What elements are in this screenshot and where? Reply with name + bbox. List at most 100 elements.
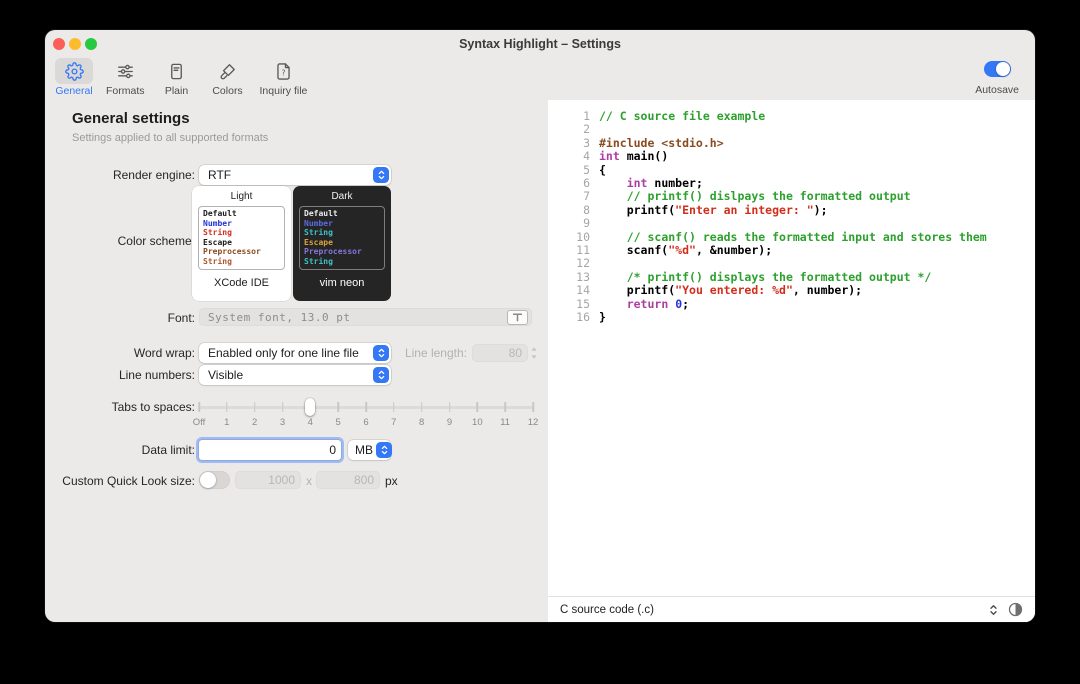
render-engine-value: RTF bbox=[208, 168, 232, 182]
line-number: 14 bbox=[576, 283, 590, 298]
window-title: Syntax Highlight – Settings bbox=[459, 37, 621, 51]
settings-panel: General settings Settings applied to all… bbox=[45, 100, 548, 622]
sliders-icon bbox=[106, 58, 144, 84]
scheme-token-line: String bbox=[304, 256, 333, 266]
toolbar-item-plain[interactable]: Plain bbox=[158, 58, 196, 97]
slider-tick bbox=[448, 402, 451, 412]
scheme-token-line: Escape bbox=[203, 237, 232, 247]
page-title: General settings bbox=[72, 110, 190, 127]
toolbar-items: General Formats Plain Colors ? Inquiry file bbox=[55, 58, 307, 97]
line-length-label: Line length: bbox=[404, 346, 467, 360]
slider-tick bbox=[198, 402, 200, 412]
line-length-input[interactable] bbox=[472, 344, 528, 362]
color-scheme-dark-card[interactable]: Dark Default Number String Escape Preprocess… bbox=[293, 186, 391, 301]
quick-look-separator: x bbox=[306, 474, 312, 488]
toolbar-item-colors[interactable]: Colors bbox=[209, 58, 247, 97]
quick-look-width-field bbox=[235, 471, 301, 489]
code-line: 10 // scanf() reads the formatted input … bbox=[548, 229, 1035, 244]
code-line: 4 int main() bbox=[548, 149, 1035, 164]
slider-tick-label: 1 bbox=[224, 417, 230, 428]
slider-tick bbox=[532, 402, 534, 412]
toolbar-item-label: Inquiry file bbox=[259, 85, 308, 97]
statusbar-actions bbox=[988, 602, 1023, 618]
slider-tick-label: 6 bbox=[363, 417, 369, 428]
code-line: 8 printf("Enter an integer: "); bbox=[548, 202, 1035, 217]
tabs-to-spaces-slider[interactable]: Off 1 2 3 4 5 6 7 8 9 10 11 12 bbox=[193, 398, 538, 428]
scheme-light-name: XCode IDE bbox=[213, 277, 270, 289]
line-number: 12 bbox=[576, 256, 590, 271]
data-limit-unit-select[interactable]: MB bbox=[348, 440, 392, 460]
scheme-dark-preview: Default Number String Escape Preprocessor Str… bbox=[299, 206, 385, 270]
render-engine-select[interactable]: RTF bbox=[199, 165, 391, 185]
preview-panel: 1 // C source file example 2 3 #include <std… bbox=[548, 100, 1035, 622]
code-line: 7 // printf() dislpays the formatted out… bbox=[548, 190, 1035, 204]
slider-handle[interactable] bbox=[305, 398, 316, 416]
line-length-stepper[interactable] bbox=[530, 345, 538, 361]
quick-look-height-input[interactable] bbox=[316, 471, 380, 489]
scheme-token-line: String bbox=[203, 256, 232, 266]
line-length-field bbox=[472, 344, 528, 362]
slider-tick-label: 2 bbox=[252, 417, 258, 428]
code-line: 5{ bbox=[548, 163, 1035, 177]
contrast-toggle-icon[interactable] bbox=[1008, 602, 1023, 617]
slider-tick-label: 11 bbox=[500, 417, 511, 428]
code-preview: 1 // C source file example 2 3 #include <std… bbox=[548, 100, 1035, 596]
code-line: 3 #include <stdio.h> bbox=[548, 136, 1035, 150]
slider-tick-label: 8 bbox=[419, 417, 425, 428]
autosave-label: Autosave bbox=[975, 84, 1019, 96]
code-text: return 0; bbox=[626, 296, 690, 311]
chevron-up-down-icon bbox=[373, 167, 389, 183]
code-text: scanf("%d", &number); bbox=[599, 243, 773, 258]
code-text: int number; bbox=[626, 176, 703, 191]
slider-tick-label: Off bbox=[192, 417, 206, 428]
data-limit-input[interactable] bbox=[199, 440, 341, 460]
autosave-control: Autosave bbox=[975, 61, 1019, 96]
slider-tick bbox=[393, 402, 395, 412]
scheme-token-line: Default bbox=[304, 209, 338, 218]
slider-tick-label: 4 bbox=[307, 417, 313, 428]
tabs-to-spaces-label: Tabs to spaces: bbox=[111, 400, 195, 414]
slider-tick bbox=[420, 402, 423, 412]
data-limit-unit: MB bbox=[355, 443, 373, 457]
toolbar-item-inquiry-file[interactable]: ? Inquiry file bbox=[259, 58, 308, 97]
code-text: // scanf() reads the formatted input and… bbox=[626, 229, 987, 244]
scheme-token-line: Escape bbox=[304, 237, 333, 247]
desktop-background: Syntax Highlight – Settings General Forma… bbox=[0, 0, 1080, 684]
quick-look-label: Custom Quick Look size: bbox=[62, 474, 195, 488]
quick-look-toggle[interactable] bbox=[199, 471, 230, 489]
scheme-dark-name: vim neon bbox=[319, 277, 365, 289]
code-text: int main() bbox=[599, 149, 669, 164]
line-number: 13 bbox=[576, 269, 590, 284]
word-wrap-label: Word wrap: bbox=[133, 346, 195, 360]
code-line: 11 scanf("%d", &number); bbox=[548, 243, 1035, 258]
preview-format-select[interactable]: C source code (.c) bbox=[560, 604, 654, 616]
slider-tick-label: 7 bbox=[391, 417, 397, 428]
slider-tick bbox=[337, 402, 339, 412]
scheme-light-header: Light bbox=[230, 191, 253, 202]
toolbar-item-general[interactable]: General bbox=[55, 58, 93, 97]
scheme-token-line: Default bbox=[203, 209, 237, 218]
line-number: 16 bbox=[576, 310, 590, 325]
scheme-token-line: Preprocessor bbox=[304, 247, 362, 257]
quick-look-width-input[interactable] bbox=[235, 471, 301, 489]
line-number: 6 bbox=[583, 176, 590, 191]
render-engine-label: Render engine: bbox=[112, 168, 195, 182]
toolbar-item-label: Colors bbox=[212, 85, 243, 97]
autosave-toggle[interactable] bbox=[983, 61, 1011, 77]
slider-tick-label: 3 bbox=[279, 417, 286, 428]
code-line: 13 /* printf() displays the formatted ou… bbox=[548, 269, 1035, 284]
color-scheme-light-card[interactable]: Light Default Number String Escape Preproces… bbox=[192, 186, 291, 301]
line-numbers-value: Visible bbox=[208, 368, 244, 382]
code-text: printf("Enter an integer: "); bbox=[599, 202, 828, 217]
slider-tick-label: 12 bbox=[527, 417, 539, 428]
chevron-up-down-icon bbox=[373, 367, 389, 383]
font-panel-button[interactable] bbox=[507, 309, 528, 325]
titlebar: Syntax Highlight – Settings bbox=[45, 30, 1035, 58]
toggle-knob bbox=[200, 472, 216, 488]
code-line: 16} bbox=[548, 310, 1035, 325]
format-chevron-up-down-icon[interactable] bbox=[988, 602, 999, 618]
slider-tick bbox=[476, 402, 479, 412]
data-limit-label: Data limit: bbox=[141, 443, 195, 457]
toolbar-item-formats[interactable]: Formats bbox=[106, 58, 145, 97]
line-numbers-select[interactable]: Visible bbox=[199, 365, 391, 385]
